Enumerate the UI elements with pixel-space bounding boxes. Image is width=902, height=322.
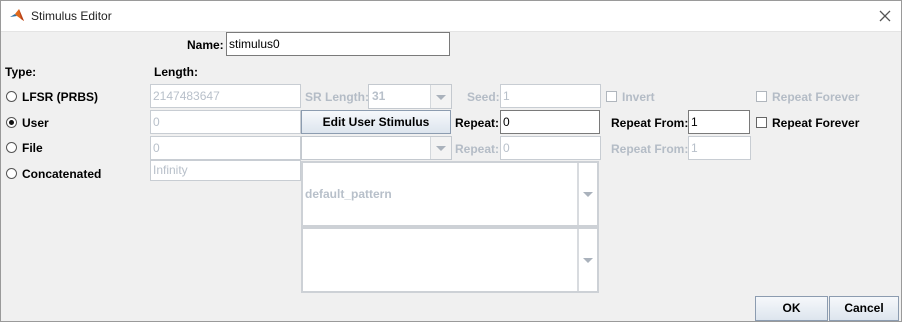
name-input[interactable]: stimulus0 [226,32,450,56]
sr-length-value: 31 [372,89,386,103]
window-title: Stimulus Editor [31,9,112,23]
name-label: Name: [187,38,224,52]
invert-label: Invert [622,90,655,104]
ok-button[interactable]: OK [755,296,828,321]
file-repeat-from-field[interactable]: 1 [688,136,751,160]
lfsr-repeat-forever-checkbox[interactable] [756,91,767,102]
concatenated-label: Concatenated [22,167,102,181]
concat-pattern-1-value: default_pattern [305,187,392,201]
lfsr-length-field[interactable]: 2147483647 [150,84,301,108]
user-repeat-from-field[interactable]: 1 [688,110,750,134]
chevron-down-icon[interactable] [577,229,597,291]
sr-length-label: SR Length: [305,90,369,104]
seed-label: Seed: [467,90,500,104]
concat-pattern-list-2[interactable] [301,227,599,293]
lfsr-repeat-forever-label: Repeat Forever [772,90,860,104]
seed-field[interactable]: 1 [500,84,601,108]
chevron-down-icon[interactable] [430,85,451,108]
lfsr-radio[interactable] [6,91,17,102]
user-label: User [22,116,49,130]
sr-length-dropdown[interactable]: 31 [368,84,452,109]
invert-checkbox[interactable] [606,91,617,102]
file-repeat-label: Repeat: [455,142,500,156]
edit-user-stimulus-button[interactable]: Edit User Stimulus [301,110,451,134]
title-bar: Stimulus Editor [0,0,902,32]
file-repeat-field[interactable]: 0 [500,136,601,160]
file-dropdown[interactable] [301,136,452,160]
concat-pattern-list-1[interactable]: default_pattern [301,161,599,227]
length-header: Length: [154,65,198,79]
cancel-button[interactable]: Cancel [829,296,899,321]
user-repeat-label: Repeat: [455,116,500,130]
close-icon[interactable] [876,7,894,25]
user-repeat-forever-checkbox[interactable] [756,117,767,128]
type-header: Type: [5,65,37,79]
user-repeat-field[interactable]: 0 [500,110,600,134]
chevron-down-icon[interactable] [577,163,597,225]
user-repeat-from-label: Repeat From: [611,116,689,130]
file-repeat-from-label: Repeat From: [611,142,689,156]
user-length-field[interactable]: 0 [150,110,301,134]
lfsr-label: LFSR (PRBS) [22,90,98,104]
user-repeat-forever-label: Repeat Forever [772,116,860,130]
file-radio[interactable] [6,142,17,153]
chevron-down-icon[interactable] [430,137,451,159]
concatenated-radio[interactable] [6,168,17,179]
user-radio[interactable] [6,117,17,128]
matlab-logo-icon [10,9,24,21]
file-label: File [22,141,43,155]
concatenated-length-field[interactable]: Infinity [150,160,301,181]
file-length-field[interactable]: 0 [150,136,301,160]
